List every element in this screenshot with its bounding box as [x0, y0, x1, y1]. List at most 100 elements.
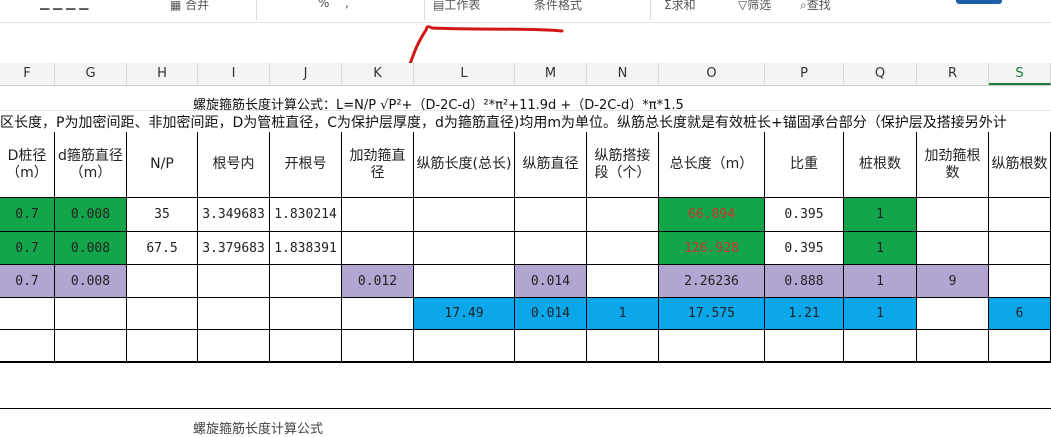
table-cell[interactable]: 1	[844, 265, 917, 298]
table-cell[interactable]	[198, 330, 270, 362]
table-cell[interactable]	[587, 265, 659, 298]
table-cell[interactable]: 0.395	[765, 232, 844, 265]
table-cell[interactable]: 1	[844, 198, 917, 232]
table-cell[interactable]	[342, 198, 414, 232]
table-cell[interactable]: 1.838391	[270, 232, 342, 265]
table-cell[interactable]: 0.7	[0, 265, 55, 298]
column-header-q[interactable]: Q	[844, 63, 917, 85]
conditional-format-button[interactable]: 条件格式	[534, 0, 582, 13]
table-cell[interactable]	[270, 330, 342, 362]
column-header-r[interactable]: R	[917, 63, 989, 85]
table-cell[interactable]: 0.014	[515, 265, 587, 298]
table-cell[interactable]: 1	[587, 298, 659, 330]
header-cell[interactable]: 加劲箍直径	[342, 132, 414, 198]
sum-button[interactable]: Σ求和	[664, 0, 696, 13]
table-cell[interactable]	[414, 198, 515, 232]
table-cell[interactable]	[127, 330, 198, 362]
table-cell[interactable]: 0.008	[55, 232, 127, 265]
header-cell[interactable]: D桩径（m）	[0, 132, 55, 198]
table-cell[interactable]	[0, 330, 55, 362]
table-cell[interactable]	[198, 298, 270, 330]
merge-button[interactable]: ▦ 合并	[170, 0, 209, 13]
column-header-n[interactable]: N	[587, 63, 659, 85]
column-header-m[interactable]: M	[515, 63, 587, 85]
column-header-h[interactable]: H	[127, 63, 198, 85]
header-cell[interactable]: N/P	[127, 132, 198, 198]
header-cell[interactable]: 桩根数	[844, 132, 917, 198]
table-cell[interactable]	[414, 232, 515, 265]
header-cell[interactable]: d箍筋直径（m）	[55, 132, 127, 198]
table-cell[interactable]	[917, 232, 989, 265]
column-header-p[interactable]: P	[765, 63, 844, 85]
column-header-s[interactable]: S	[989, 63, 1051, 85]
table-cell[interactable]: 1.830214	[270, 198, 342, 232]
table-cell[interactable]	[198, 265, 270, 298]
table-cell[interactable]	[989, 265, 1051, 298]
column-header-g[interactable]: G	[55, 63, 127, 85]
table-cell[interactable]: 66.894	[659, 198, 765, 232]
header-cell[interactable]: 加劲箍根数	[917, 132, 989, 198]
table-cell[interactable]	[917, 330, 989, 362]
table-cell[interactable]	[342, 232, 414, 265]
table-cell[interactable]	[127, 298, 198, 330]
table-cell[interactable]	[515, 330, 587, 362]
column-header-i[interactable]: I	[198, 63, 270, 85]
table-cell[interactable]	[55, 298, 127, 330]
table-cell[interactable]: 0.888	[765, 265, 844, 298]
header-cell[interactable]: 开根号	[270, 132, 342, 198]
table-cell[interactable]: 0.7	[0, 198, 55, 232]
table-cell[interactable]: 1	[844, 232, 917, 265]
table-cell[interactable]	[414, 330, 515, 362]
column-header-k[interactable]: K	[342, 63, 414, 85]
table-cell[interactable]	[917, 198, 989, 232]
find-button[interactable]: ⌕查找	[800, 0, 831, 13]
table-cell[interactable]	[844, 330, 917, 362]
column-header-o[interactable]: O	[659, 63, 765, 85]
table-cell[interactable]	[270, 265, 342, 298]
table-cell[interactable]	[55, 330, 127, 362]
table-cell[interactable]	[270, 298, 342, 330]
table-cell[interactable]	[917, 298, 989, 330]
comma-button[interactable]: ,	[345, 0, 349, 10]
table-cell[interactable]: 0.008	[55, 198, 127, 232]
table-cell[interactable]	[342, 330, 414, 362]
table-cell[interactable]: 1	[844, 298, 917, 330]
table-cell[interactable]	[515, 232, 587, 265]
worksheet-button[interactable]: ▤工作表	[433, 0, 480, 13]
column-header-l[interactable]: L	[414, 63, 515, 85]
header-cell[interactable]: 根号内	[198, 132, 270, 198]
table-cell[interactable]: 0.7	[0, 232, 55, 265]
table-cell[interactable]	[989, 198, 1051, 232]
table-cell[interactable]: 6	[989, 298, 1051, 330]
border-icon[interactable]: ▁ ▁ ▁ ▁	[40, 0, 88, 10]
table-cell[interactable]	[587, 232, 659, 265]
table-cell[interactable]: 0.012	[342, 265, 414, 298]
table-cell[interactable]: 2.26236	[659, 265, 765, 298]
table-cell[interactable]	[127, 265, 198, 298]
table-cell[interactable]	[587, 198, 659, 232]
header-cell[interactable]: 纵筋直径	[515, 132, 587, 198]
header-cell[interactable]: 比重	[765, 132, 844, 198]
table-cell[interactable]: 17.49	[414, 298, 515, 330]
header-cell[interactable]: 纵筋搭接段（个）	[587, 132, 659, 198]
table-cell[interactable]: 1.21	[765, 298, 844, 330]
table-cell[interactable]	[515, 198, 587, 232]
table-cell[interactable]	[587, 330, 659, 362]
table-cell[interactable]: 17.575	[659, 298, 765, 330]
header-cell[interactable]: 纵筋长度(总长)	[414, 132, 515, 198]
table-cell[interactable]: 0.008	[55, 265, 127, 298]
table-cell[interactable]	[989, 330, 1051, 362]
percent-button[interactable]: %	[318, 0, 329, 10]
table-cell[interactable]	[989, 232, 1051, 265]
header-cell[interactable]: 纵筋根数	[989, 132, 1051, 198]
table-cell[interactable]	[414, 265, 515, 298]
table-cell[interactable]: 3.379683	[198, 232, 270, 265]
table-cell[interactable]: 0.014	[515, 298, 587, 330]
table-cell[interactable]: 126.928	[659, 232, 765, 265]
table-cell[interactable]: 9	[917, 265, 989, 298]
table-cell[interactable]: 35	[127, 198, 198, 232]
column-header-f[interactable]: F	[0, 63, 55, 85]
header-cell[interactable]: 总长度（m）	[659, 132, 765, 198]
table-cell[interactable]	[342, 298, 414, 330]
table-cell[interactable]	[0, 298, 55, 330]
